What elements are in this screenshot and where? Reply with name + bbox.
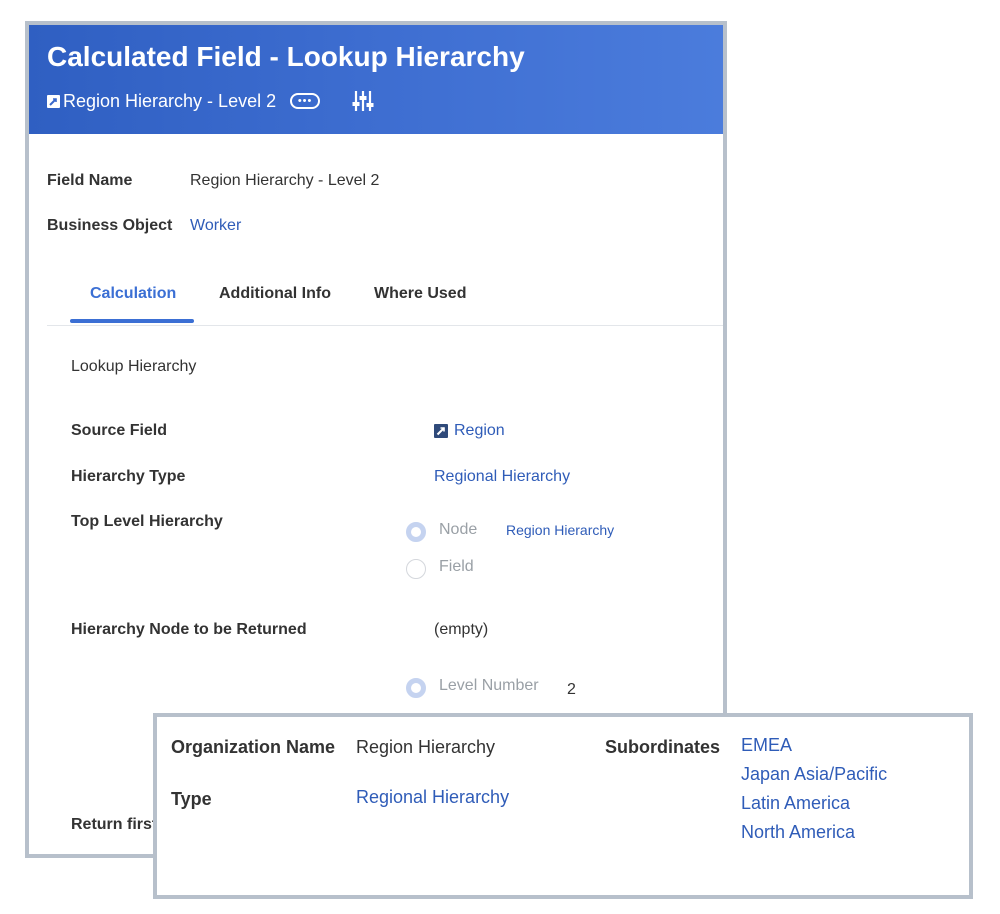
top-level-node-link[interactable]: Region Hierarchy	[506, 522, 614, 538]
node-returned-row: Hierarchy Node to be Returned (empty)	[71, 621, 691, 639]
hierarchy-type-row: Hierarchy Type Regional Hierarchy	[71, 468, 691, 486]
page-title: Calculated Field - Lookup Hierarchy	[47, 41, 525, 72]
top-level-hierarchy-row: Top Level Hierarchy Node Region Hierarch…	[71, 513, 691, 583]
top-level-hierarchy-label: Top Level Hierarchy	[71, 513, 223, 530]
hierarchy-type-link[interactable]: Regional Hierarchy	[434, 468, 570, 486]
subordinate-link[interactable]: North America	[741, 822, 855, 843]
type-label: Type	[171, 789, 212, 809]
section-title: Lookup Hierarchy	[71, 358, 197, 375]
source-field-label: Source Field	[71, 422, 168, 439]
level-number-value: 2	[567, 681, 576, 698]
business-object-link[interactable]: Worker	[190, 217, 241, 235]
radio-node-label: Node	[439, 521, 478, 538]
source-field-link[interactable]: Region	[454, 422, 505, 440]
subordinate-link[interactable]: Latin America	[741, 793, 850, 814]
org-name-label: Organization Name	[171, 737, 336, 757]
node-returned-label: Hierarchy Node to be Returned	[71, 621, 307, 638]
field-name-value: Region Hierarchy - Level 2	[190, 172, 380, 189]
source-field-row: Source Field Region	[71, 422, 691, 440]
source-field-value: Region	[434, 422, 505, 440]
field-name-label: Field Name	[47, 172, 133, 189]
radio-field-label: Field	[439, 558, 474, 575]
return-first-label: Return first	[71, 816, 158, 833]
type-link[interactable]: Regional Hierarchy	[356, 787, 509, 808]
radio-field[interactable]	[406, 559, 426, 579]
subordinate-link[interactable]: Japan Asia/Pacific	[741, 764, 887, 785]
radio-node[interactable]	[406, 522, 426, 542]
tab-calculation[interactable]: Calculation	[90, 285, 176, 303]
tab-where-used[interactable]: Where Used	[374, 285, 466, 303]
header-banner: Calculated Field - Lookup Hierarchy Regi…	[29, 25, 723, 134]
org-name-value: Region Hierarchy	[356, 737, 496, 757]
tab-additional-info[interactable]: Additional Info	[219, 285, 331, 303]
subordinate-link[interactable]: EMEA	[741, 735, 792, 756]
header-subtitle-row: Region Hierarchy - Level 2 •••	[47, 89, 374, 113]
node-returned-value: (empty)	[434, 621, 489, 638]
radio-level-number[interactable]	[406, 678, 426, 698]
object-name: Region Hierarchy - Level 2	[63, 90, 277, 111]
subordinates-label: Subordinates	[605, 737, 721, 757]
hierarchy-type-label: Hierarchy Type	[71, 468, 186, 485]
more-actions-button[interactable]: •••	[290, 93, 321, 109]
related-action-icon[interactable]	[434, 424, 448, 438]
business-object-label: Business Object	[47, 217, 173, 234]
organization-preview-popup: Organization Name Region Hierarchy Type …	[153, 713, 973, 899]
sliders-icon[interactable]	[352, 89, 374, 113]
tab-bar: Calculation Additional Info Where Used	[47, 275, 723, 326]
ellipsis-icon: •••	[297, 95, 313, 107]
level-number-label: Level Number	[439, 677, 539, 694]
active-tab-indicator	[70, 319, 194, 323]
related-action-icon[interactable]	[47, 94, 60, 108]
